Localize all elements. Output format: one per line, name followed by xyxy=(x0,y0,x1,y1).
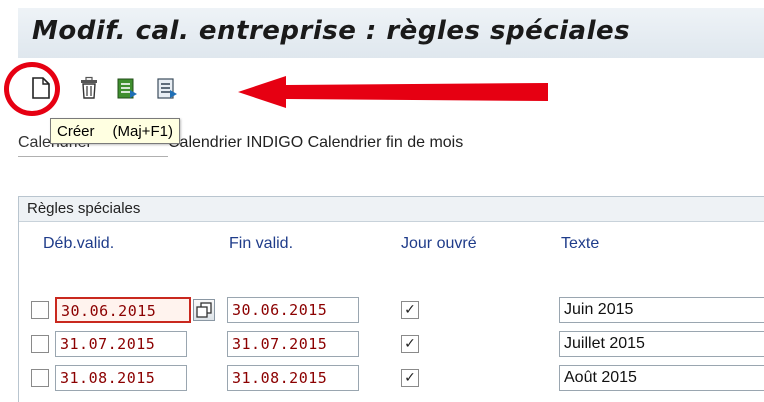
column-header-workday[interactable]: Jour ouvré xyxy=(401,235,477,253)
start-date-field[interactable]: 30.06.2015 xyxy=(55,297,191,323)
create-tooltip: Créer (Maj+F1) xyxy=(50,118,180,144)
calendar-value: Calendrier INDIGO Calendrier fin de mois xyxy=(168,134,464,151)
annotation-circle xyxy=(4,62,60,116)
row-selector[interactable] xyxy=(31,335,49,353)
column-header-start[interactable]: Déb.valid. xyxy=(43,235,114,253)
column-header-end[interactable]: Fin valid. xyxy=(229,235,293,253)
annotation-arrow-icon xyxy=(238,76,548,108)
workday-checkbox[interactable]: ✓ xyxy=(401,369,419,387)
end-date-field[interactable]: 31.07.2015 xyxy=(227,331,359,357)
row-selector[interactable] xyxy=(31,369,49,387)
tooltip-shortcut: (Maj+F1) xyxy=(112,122,173,140)
row-selector[interactable] xyxy=(31,301,49,319)
tooltip-label: Créer xyxy=(57,122,95,140)
end-date-field[interactable]: 30.06.2015 xyxy=(227,297,359,323)
text-field[interactable]: Août 2015 xyxy=(559,365,764,391)
text-field[interactable]: Juillet 2015 xyxy=(559,331,764,357)
deselect-all-button[interactable] xyxy=(156,76,178,100)
start-date-field[interactable]: 31.08.2015 xyxy=(55,365,187,391)
list-green-icon xyxy=(117,78,137,99)
list-blue-icon xyxy=(157,78,177,99)
panel-title: Règles spéciales xyxy=(19,197,764,222)
text-field[interactable]: Juin 2015 xyxy=(559,297,764,323)
delete-button[interactable] xyxy=(78,76,100,100)
trash-icon xyxy=(81,76,97,99)
title-bar: Modif. cal. entreprise : règles spéciale… xyxy=(18,8,764,59)
window-title: Modif. cal. entreprise : règles spéciale… xyxy=(32,16,631,46)
workday-checkbox[interactable]: ✓ xyxy=(401,335,419,353)
select-all-button[interactable] xyxy=(116,76,138,100)
copy-icon xyxy=(196,302,212,318)
end-date-field[interactable]: 31.08.2015 xyxy=(227,365,359,391)
column-header-text[interactable]: Texte xyxy=(561,235,599,253)
calendar-picker-button[interactable] xyxy=(193,299,215,321)
start-date-field[interactable]: 31.07.2015 xyxy=(55,331,187,357)
workday-checkbox[interactable]: ✓ xyxy=(401,301,419,319)
special-rules-panel: Règles spéciales Déb.valid. Fin valid. J… xyxy=(18,196,764,402)
